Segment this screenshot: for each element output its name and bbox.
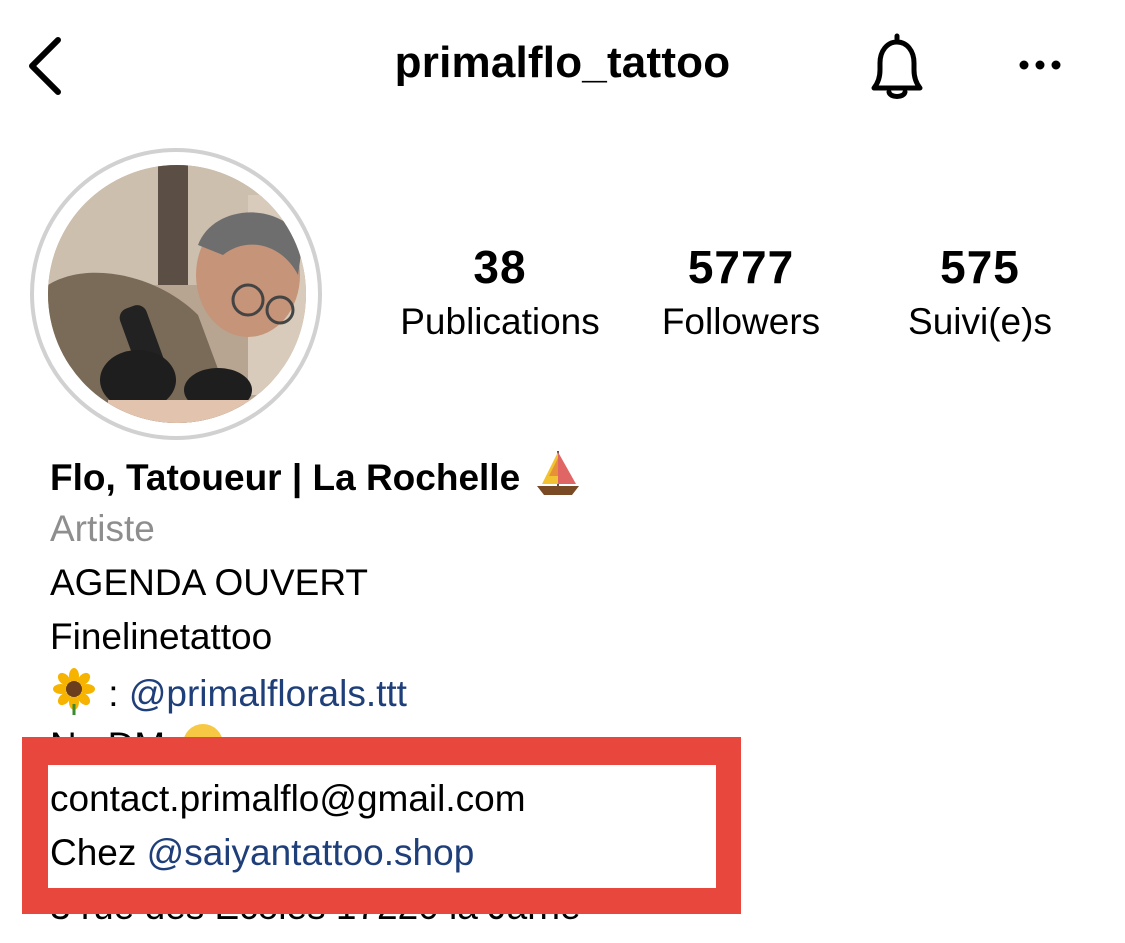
avatar[interactable] <box>48 165 306 423</box>
more-options-button[interactable] <box>1012 50 1072 80</box>
sailboat-icon <box>537 451 580 495</box>
bell-icon <box>871 33 923 99</box>
publications-count: 38 <box>473 241 527 293</box>
publications-label: Publications <box>400 301 600 342</box>
bio-line-style: Finelinetattoo <box>50 616 273 657</box>
followers-count: 5777 <box>687 241 795 293</box>
profile-category: Artiste <box>50 508 155 549</box>
stat-following[interactable]: 575 Suivi(e)s <box>888 242 1072 346</box>
bio-line-studio: Chez @saiyantattoo.shop <box>50 831 474 875</box>
stat-followers[interactable]: 5777 Followers <box>642 242 840 346</box>
highlight-box <box>22 737 741 914</box>
profile-username-title: primalflo_tattoo <box>394 38 731 87</box>
profile-name: Flo, Tatoueur | La Rochelle <box>50 448 582 500</box>
following-label: Suivi(e)s <box>908 301 1052 342</box>
following-count: 575 <box>940 241 1020 293</box>
bio-studio-prefix: Chez <box>50 832 137 873</box>
mention-link-saiyantattoo[interactable]: @saiyantattoo.shop <box>147 832 475 873</box>
mention-link-primalflorals[interactable]: @primalflorals.ttt <box>129 673 407 714</box>
stat-publications[interactable]: 38 Publications <box>393 242 607 346</box>
profile-name-text: Flo, Tatoueur | La Rochelle <box>50 457 521 498</box>
notification-button[interactable] <box>862 30 932 104</box>
bio-line-agenda: AGENDA OUVERT <box>50 562 369 603</box>
followers-label: Followers <box>661 301 821 342</box>
sunflower-icon <box>53 668 95 715</box>
more-horizontal-icon <box>1019 60 1061 70</box>
bio-line-florals: : @primalflorals.ttt <box>50 668 407 716</box>
profile-photo <box>48 165 306 423</box>
bio-email[interactable]: contact.primalflo@gmail.com <box>50 777 526 821</box>
bio-florals-separator: : <box>108 673 119 714</box>
